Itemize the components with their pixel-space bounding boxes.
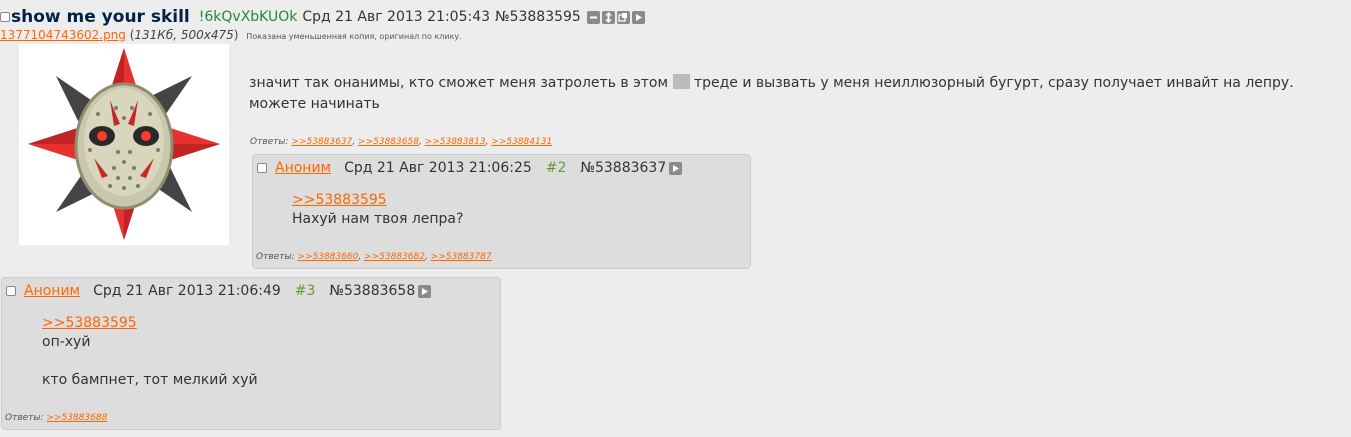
file-info: 1377104743602.png (131Кб, 500x475) Показ… [0,28,462,42]
post-number[interactable]: №53883637 [580,160,666,176]
reply-link[interactable]: >>53883637 [291,137,352,147]
file-note: Показана уменьшенная копия, оригинал по … [246,32,462,41]
reply-arrow-icon[interactable] [418,284,432,298]
reply-link[interactable]: >>53883682 [364,252,425,262]
op-select-checkbox[interactable] [0,12,10,22]
op-post-number[interactable]: №53883595 [495,9,581,25]
post-message: >>53883595 оп-хуй кто бампнет, тот мелки… [42,314,258,390]
reply-link[interactable]: >>53884131 [491,137,552,147]
op-message: значит так онанимы, кто сможет меня затр… [249,73,1329,115]
post-count: #3 [294,283,316,299]
op-image-thumbnail[interactable] [19,44,229,245]
replies-label: Ответы: [256,252,298,262]
post-date: Срд 21 Авг 2013 21:06:49 [93,283,281,299]
quote-link[interactable]: >>53883595 [42,315,137,331]
reply-arrow-icon[interactable] [631,10,645,24]
post-count: #2 [545,160,567,176]
reply-link[interactable]: >>53883813 [425,137,486,147]
post-header: Аноним Срд 21 Авг 2013 21:06:49 #3 №5388… [6,283,432,299]
post-replies: Ответы: >>53883688 [5,413,107,423]
hockey-mask-star-image [19,44,229,245]
post-select-checkbox[interactable] [6,286,16,296]
post-line: оп-хуй [42,334,91,350]
thread-title: show me your skill [11,7,190,27]
file-meta-close: ) [233,28,239,42]
post-replies: Ответы: >>53883660, >>53883682, >>538837… [256,252,492,262]
poster-name[interactable]: Аноним [24,283,80,299]
poster-name[interactable]: Аноним [275,160,331,176]
post-line: Нахуй нам твоя лепра? [292,211,464,227]
op-header: show me your skill !6kQvXbKUOk Срд 21 Ав… [0,6,645,28]
tripcode: !6kQvXbKUOk [198,9,298,25]
reply-post: Аноним Срд 21 Авг 2013 21:06:49 #3 №5388… [1,277,501,430]
post-message: >>53883595 Нахуй нам твоя лепра? [292,191,463,229]
reply-link[interactable]: >>53883787 [431,252,492,262]
post-header: Аноним Срд 21 Авг 2013 21:06:25 #2 №5388… [257,160,683,176]
hide-icon[interactable] [586,10,600,24]
op-text-before-spoiler: значит так онанимы, кто сможет меня затр… [249,75,673,91]
reply-post: Аноним Срд 21 Авг 2013 21:06:25 #2 №5388… [252,154,751,269]
op-message-line2: можете начинать [249,96,380,112]
op-date: Срд 21 Авг 2013 21:05:43 [302,9,491,25]
replies-label: Ответы: [5,413,47,423]
reply-link[interactable]: >>53883660 [297,252,358,262]
op-replies: Ответы: >>53883637, >>53883658, >>538838… [250,137,553,147]
post-line: кто бампнет, тот мелкий хуй [42,372,258,388]
reply-link[interactable]: >>53883688 [46,413,107,423]
quote-link[interactable]: >>53883595 [292,192,387,208]
op-action-buttons [586,10,645,24]
file-size: 131Кб, 500x475 [134,28,234,42]
reply-link[interactable]: >>53883658 [358,137,419,147]
op-message-line1: значит так онанимы, кто сможет меня затр… [249,73,1329,94]
reply-arrow-icon[interactable] [669,161,683,175]
op-text-after-spoiler: треде и вызвать у меня неиллюзорный бугу… [689,75,1294,91]
spoiler[interactable] [672,74,690,89]
post-number[interactable]: №53883658 [329,283,415,299]
expand-icon[interactable] [601,10,615,24]
post-date: Срд 21 Авг 2013 21:06:25 [344,160,532,176]
favorite-icon[interactable] [616,10,630,24]
replies-label: Ответы: [250,137,292,147]
post-select-checkbox[interactable] [257,163,267,173]
file-link[interactable]: 1377104743602.png [0,28,126,42]
